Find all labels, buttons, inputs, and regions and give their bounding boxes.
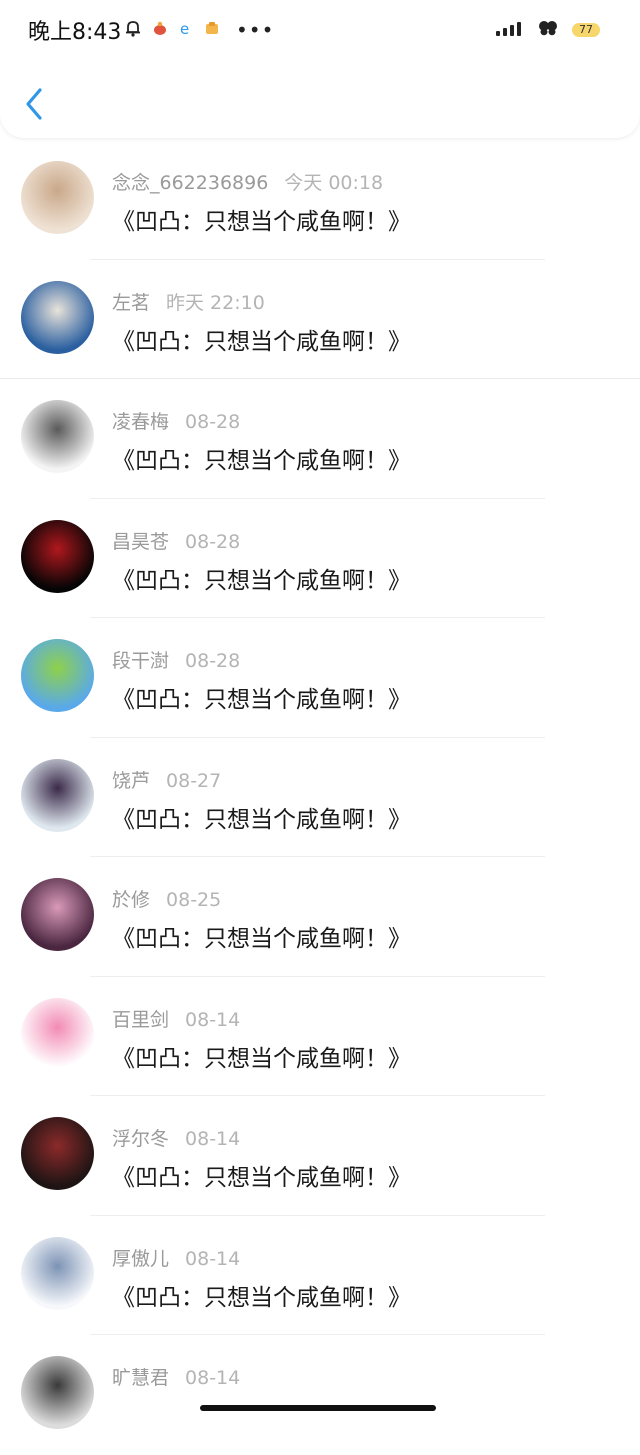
item-message: 《凹凸：只想当个咸鱼啊！》 bbox=[112, 1284, 411, 1311]
svg-text:e: e bbox=[180, 20, 189, 36]
chevron-left-icon bbox=[26, 88, 42, 120]
item-message: 《凹凸：只想当个咸鱼啊！》 bbox=[112, 1045, 411, 1072]
avatar[interactable] bbox=[21, 1117, 94, 1190]
top-bar: 晚上8:43 e ••• 77 bbox=[0, 0, 640, 138]
avatar[interactable] bbox=[21, 639, 94, 712]
alarm-bell-icon bbox=[124, 19, 142, 41]
browser-icon: e bbox=[178, 20, 194, 40]
list-item[interactable]: 浮尔冬 08-14 《凹凸：只想当个咸鱼啊！》 bbox=[0, 1096, 640, 1216]
user-name: 百里剑 bbox=[112, 1008, 170, 1031]
avatar[interactable] bbox=[21, 1356, 94, 1429]
item-message: 《凹凸：只想当个咸鱼啊！》 bbox=[112, 926, 411, 952]
item-message: 《凹凸：只想当个咸鱼啊！》 bbox=[112, 328, 411, 355]
user-name: 昌昊苍 bbox=[112, 530, 170, 553]
item-time: 08-14 bbox=[185, 1128, 241, 1150]
item-time: 今天 00:18 bbox=[284, 172, 384, 194]
item-time: 08-27 bbox=[166, 769, 222, 792]
user-name: 左茗 bbox=[112, 291, 151, 314]
avatar[interactable] bbox=[21, 997, 94, 1071]
item-meta: 左茗 昨天 22:10 bbox=[112, 288, 265, 315]
battery-icon: 77 bbox=[572, 23, 600, 37]
user-name: 於修 bbox=[112, 889, 151, 911]
item-meta: 旷慧君 08-14 bbox=[112, 1363, 240, 1390]
list-item[interactable]: 左茗 昨天 22:10 《凹凸：只想当个咸鱼啊！》 bbox=[0, 260, 640, 379]
butterfly-icon bbox=[538, 20, 558, 40]
item-message: 《凹凸：只想当个咸鱼啊！》 bbox=[112, 448, 411, 474]
message-list: 念念_662236896 今天 00:18 《凹凸：只想当个咸鱼啊！》 左茗 昨天 … bbox=[0, 140, 640, 1455]
list-item[interactable]: 凌春梅 08-28 《凹凸：只想当个咸鱼啊！》 bbox=[0, 379, 640, 499]
more-notifications: ••• bbox=[236, 18, 275, 42]
item-message: 《凹凸：只想当个咸鱼啊！》 bbox=[112, 687, 411, 713]
item-meta: 昌昊苍 08-28 bbox=[112, 527, 240, 554]
avatar[interactable] bbox=[21, 758, 94, 832]
list-item[interactable]: 饶芦 08-27 《凹凸：只想当个咸鱼啊！》 bbox=[0, 738, 640, 857]
user-name: 饶芦 bbox=[112, 769, 151, 792]
user-name: 浮尔冬 bbox=[112, 1128, 170, 1150]
avatar[interactable] bbox=[21, 878, 94, 951]
item-time: 08-28 bbox=[185, 411, 241, 433]
notification-icons: e ••• bbox=[124, 18, 274, 42]
user-name: 念念_662236896 bbox=[112, 172, 269, 194]
status-time: 晚上8:43 bbox=[28, 20, 122, 45]
item-meta: 厚傲儿 08-14 bbox=[112, 1244, 240, 1271]
user-name: 厚傲儿 bbox=[112, 1247, 170, 1270]
list-item[interactable]: 於修 08-25 《凹凸：只想当个咸鱼啊！》 bbox=[0, 857, 640, 977]
status-bar: 晚上8:43 e ••• 77 bbox=[0, 0, 640, 60]
item-time: 08-28 bbox=[185, 530, 241, 553]
item-message: 《凹凸：只想当个咸鱼啊！》 bbox=[112, 806, 411, 833]
list-item[interactable]: 旷慧君 08-14 bbox=[0, 1335, 640, 1455]
item-meta: 浮尔冬 08-14 bbox=[112, 1124, 240, 1151]
user-name: 旷慧君 bbox=[112, 1367, 170, 1389]
list-item[interactable]: 念念_662236896 今天 00:18 《凹凸：只想当个咸鱼啊！》 bbox=[0, 140, 640, 260]
app-notification-icon bbox=[152, 20, 168, 40]
avatar[interactable] bbox=[21, 519, 94, 593]
item-time: 昨天 22:10 bbox=[166, 291, 265, 314]
avatar[interactable] bbox=[21, 161, 94, 234]
folder-icon bbox=[204, 20, 220, 40]
item-time: 08-14 bbox=[185, 1008, 241, 1031]
item-meta: 段干澍 08-28 bbox=[112, 646, 240, 673]
item-meta: 於修 08-25 bbox=[112, 885, 221, 912]
list-item[interactable]: 段干澍 08-28 《凹凸：只想当个咸鱼啊！》 bbox=[0, 618, 640, 738]
item-message: 《凹凸：只想当个咸鱼啊！》 bbox=[112, 209, 411, 235]
back-button[interactable] bbox=[20, 84, 50, 124]
list-item[interactable]: 厚傲儿 08-14 《凹凸：只想当个咸鱼啊！》 bbox=[0, 1216, 640, 1335]
avatar[interactable] bbox=[21, 400, 94, 473]
system-icons: 77 bbox=[496, 18, 600, 42]
item-meta: 百里剑 08-14 bbox=[112, 1005, 240, 1032]
list-item[interactable]: 昌昊苍 08-28 《凹凸：只想当个咸鱼啊！》 bbox=[0, 499, 640, 618]
user-name: 段干澍 bbox=[112, 650, 170, 672]
item-meta: 饶芦 08-27 bbox=[112, 766, 221, 793]
item-message: 《凹凸：只想当个咸鱼啊！》 bbox=[112, 567, 411, 594]
item-time: 08-14 bbox=[185, 1367, 241, 1389]
item-time: 08-14 bbox=[185, 1247, 241, 1270]
item-meta: 凌春梅 08-28 bbox=[112, 407, 240, 434]
avatar[interactable] bbox=[21, 1236, 94, 1310]
item-meta: 念念_662236896 今天 00:18 bbox=[112, 168, 383, 195]
avatar[interactable] bbox=[21, 280, 94, 354]
home-indicator[interactable] bbox=[200, 1405, 436, 1411]
user-name: 凌春梅 bbox=[112, 411, 170, 433]
list-item[interactable]: 百里剑 08-14 《凹凸：只想当个咸鱼啊！》 bbox=[0, 977, 640, 1096]
item-time: 08-28 bbox=[185, 650, 241, 672]
signal-icon bbox=[496, 21, 524, 40]
item-time: 08-25 bbox=[166, 889, 222, 911]
item-message: 《凹凸：只想当个咸鱼啊！》 bbox=[112, 1165, 411, 1191]
